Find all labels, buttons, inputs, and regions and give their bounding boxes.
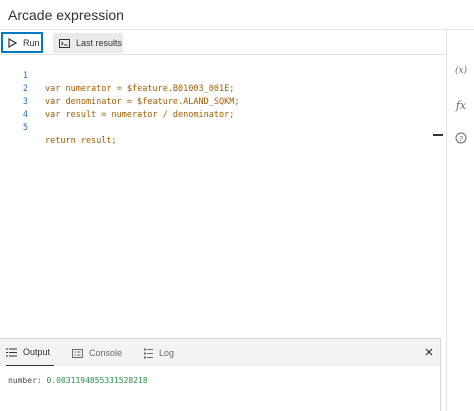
results-icon — [59, 38, 70, 48]
page-title: Arcade expression — [8, 7, 124, 23]
svg-text:?: ? — [459, 134, 464, 143]
functions-icon[interactable]: fx — [451, 99, 471, 112]
tab-log[interactable]: Log — [144, 339, 174, 367]
last-results-button[interactable]: Last results — [53, 33, 123, 53]
bottom-panel-tabs: Output Console Log — [0, 338, 440, 367]
play-icon — [8, 37, 17, 48]
code-line[interactable]: 4 — [0, 96, 440, 120]
run-button[interactable]: Run — [1, 32, 43, 53]
code-editor[interactable]: 1 var numerator = $feature.B01003_001E; … — [0, 55, 446, 338]
line-number: 5 — [22, 123, 28, 133]
code-line[interactable]: 5 return result; — [0, 109, 440, 146]
code-line[interactable]: 3 var result = numerator / denominator; — [0, 83, 440, 120]
tab-output[interactable]: Output — [6, 339, 55, 367]
right-sidebar: (x) fx ? — [433, 30, 474, 411]
log-icon — [144, 348, 153, 358]
tab-console-label: Console — [89, 348, 123, 358]
output-panel: number: 0.0031194855331528218 — [0, 366, 440, 411]
divider — [440, 338, 441, 411]
code-text[interactable]: return result; — [45, 135, 117, 148]
editor-toolbar: Run Last results — [0, 30, 446, 55]
output-type: number: — [8, 376, 42, 385]
dialog-header: Arcade expression — [0, 0, 474, 30]
code-line[interactable]: 2 var denominator = $feature.ALAND_SQKM; — [0, 70, 440, 107]
console-icon — [72, 348, 83, 358]
code-line[interactable]: 1 var numerator = $feature.B01003_001E; — [0, 57, 440, 94]
tab-console[interactable]: Console — [72, 339, 122, 367]
tab-log-label: Log — [159, 348, 175, 358]
output-value: 0.0031194855331528218 — [46, 376, 148, 385]
variables-icon[interactable]: (x) — [451, 66, 471, 76]
help-icon[interactable]: ? — [451, 132, 471, 147]
close-icon[interactable] — [423, 346, 435, 358]
output-icon — [6, 348, 17, 356]
last-results-label: Last results — [76, 38, 123, 48]
output-result: number: 0.0031194855331528218 — [8, 376, 148, 385]
tab-output-label: Output — [23, 347, 51, 357]
active-indicator — [433, 134, 443, 136]
run-button-label: Run — [23, 37, 40, 48]
